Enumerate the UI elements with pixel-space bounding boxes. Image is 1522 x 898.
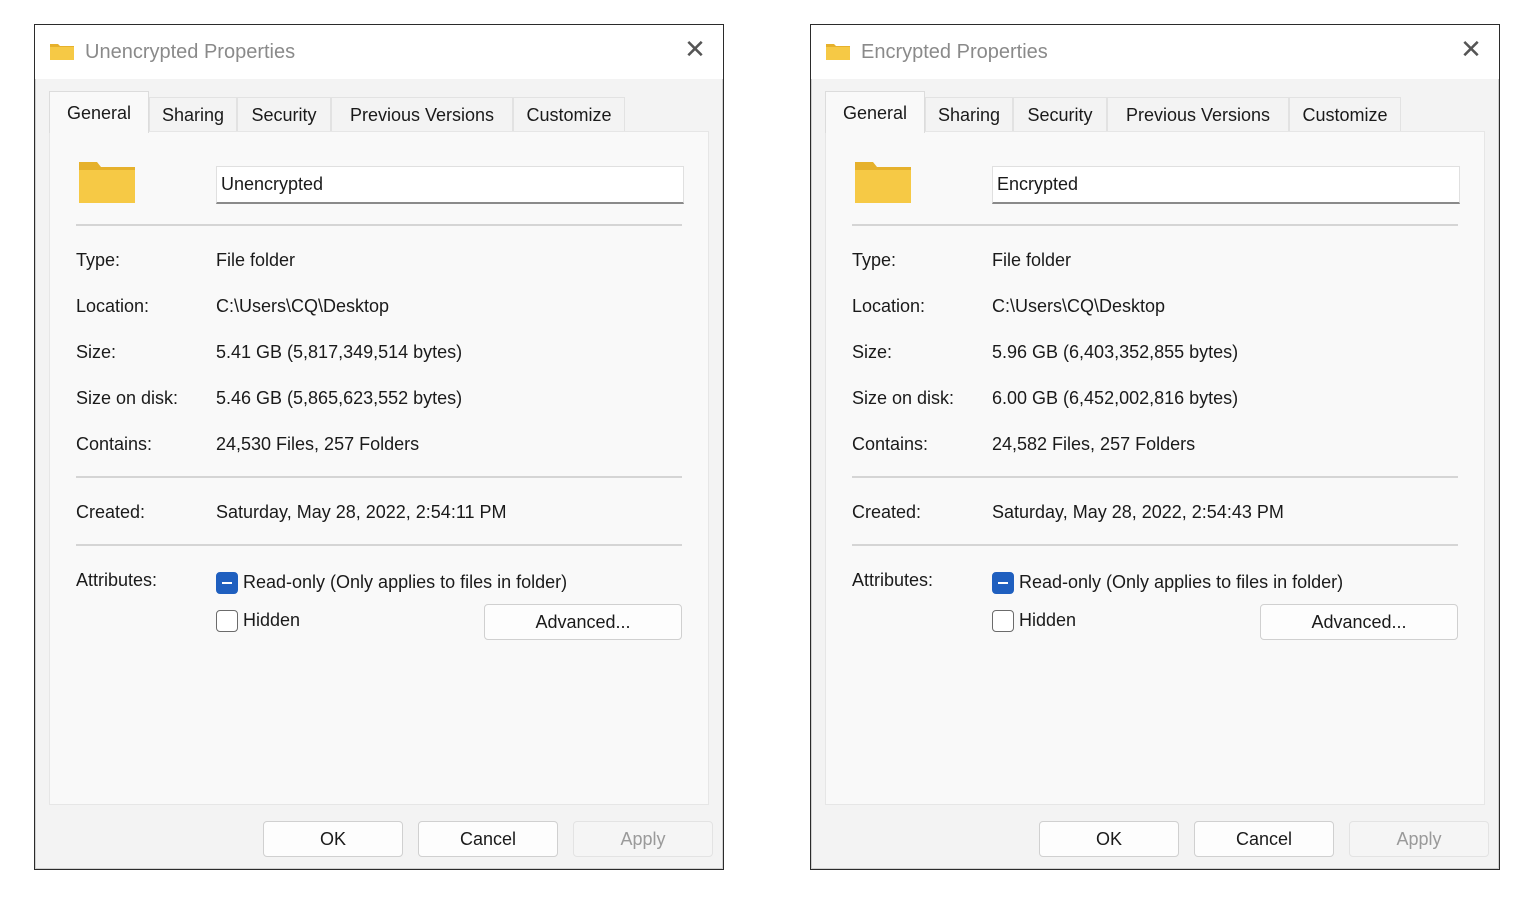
attributes-label: Attributes:	[852, 570, 934, 590]
cancel-button[interactable]: Cancel	[1194, 821, 1334, 857]
location-value: C:\Users\CQ\Desktop	[992, 296, 1166, 316]
tab-general[interactable]: General	[49, 91, 149, 133]
apply-button[interactable]: Apply	[1349, 821, 1489, 857]
folder-icon	[826, 44, 850, 60]
folder-icon	[855, 162, 911, 203]
size-on-disk-value: 5.46 GB (5,865,623,552 bytes)	[216, 388, 463, 408]
attributes-label: Attributes:	[76, 570, 158, 590]
properties-dialog-unencrypted: Unencrypted Properties ✕ General Sharing…	[34, 24, 724, 870]
size-on-disk-label: Size on disk:	[76, 388, 179, 408]
readonly-checkbox[interactable]	[216, 572, 238, 594]
size-value: 5.96 GB (6,403,352,855 bytes)	[992, 342, 1239, 362]
tab-sharing[interactable]: Sharing	[149, 97, 237, 131]
contains-label: Contains:	[76, 434, 153, 454]
tab-customize[interactable]: Customize	[1289, 97, 1401, 131]
divider	[852, 476, 1458, 478]
tab-previous-versions[interactable]: Previous Versions	[331, 97, 513, 131]
hidden-checkbox[interactable]	[216, 610, 238, 632]
type-label: Type:	[76, 250, 121, 270]
ok-button[interactable]: OK	[263, 821, 403, 857]
created-label: Created:	[76, 502, 146, 522]
folder-name-field[interactable]	[992, 166, 1460, 204]
contains-value: 24,582 Files, 257 Folders	[992, 434, 1196, 454]
tab-security[interactable]: Security	[237, 97, 331, 131]
tab-general[interactable]: General	[825, 91, 925, 133]
window-title: Unencrypted Properties	[85, 41, 296, 63]
advanced-button[interactable]: Advanced...	[484, 604, 682, 640]
divider	[852, 224, 1458, 226]
divider	[76, 476, 682, 478]
divider	[852, 544, 1458, 546]
divider	[76, 544, 682, 546]
readonly-label: Read-only (Only applies to files in fold…	[243, 572, 568, 592]
hidden-label: Hidden	[1019, 610, 1077, 630]
advanced-button[interactable]: Advanced...	[1260, 604, 1458, 640]
window-title: Encrypted Properties	[861, 41, 1048, 63]
ok-button[interactable]: OK	[1039, 821, 1179, 857]
title-bar: Unencrypted Properties ✕	[35, 25, 723, 79]
divider	[76, 224, 682, 226]
general-panel: Type: File folder Location: C:\Users\CQ\…	[825, 131, 1485, 805]
created-value: Saturday, May 28, 2022, 2:54:43 PM	[992, 502, 1284, 522]
type-value: File folder	[992, 250, 1072, 270]
contains-value: 24,530 Files, 257 Folders	[216, 434, 420, 454]
properties-dialog-encrypted: Encrypted Properties ✕ General Sharing S…	[810, 24, 1500, 870]
location-label: Location:	[852, 296, 926, 316]
readonly-checkbox[interactable]	[992, 572, 1014, 594]
folder-name-field[interactable]	[216, 166, 684, 204]
folder-icon	[79, 162, 135, 203]
close-icon[interactable]: ✕	[1459, 36, 1483, 62]
hidden-label: Hidden	[243, 610, 301, 630]
tab-previous-versions[interactable]: Previous Versions	[1107, 97, 1289, 131]
created-label: Created:	[852, 502, 922, 522]
title-bar: Encrypted Properties ✕	[811, 25, 1499, 79]
created-value: Saturday, May 28, 2022, 2:54:11 PM	[216, 502, 507, 522]
location-label: Location:	[76, 296, 150, 316]
hidden-checkbox[interactable]	[992, 610, 1014, 632]
size-value: 5.41 GB (5,817,349,514 bytes)	[216, 342, 463, 362]
size-label: Size:	[76, 342, 117, 362]
size-label: Size:	[852, 342, 893, 362]
size-on-disk-label: Size on disk:	[852, 388, 955, 408]
type-label: Type:	[852, 250, 897, 270]
tab-sharing[interactable]: Sharing	[925, 97, 1013, 131]
location-value: C:\Users\CQ\Desktop	[216, 296, 390, 316]
type-value: File folder	[216, 250, 296, 270]
readonly-label: Read-only (Only applies to files in fold…	[1019, 572, 1344, 592]
apply-button[interactable]: Apply	[573, 821, 713, 857]
folder-icon	[50, 44, 74, 60]
cancel-button[interactable]: Cancel	[418, 821, 558, 857]
tab-security[interactable]: Security	[1013, 97, 1107, 131]
size-on-disk-value: 6.00 GB (6,452,002,816 bytes)	[992, 388, 1239, 408]
close-icon[interactable]: ✕	[683, 36, 707, 62]
tab-customize[interactable]: Customize	[513, 97, 625, 131]
general-panel: Type: File folder Location: C:\Users\CQ\…	[49, 131, 709, 805]
contains-label: Contains:	[852, 434, 929, 454]
